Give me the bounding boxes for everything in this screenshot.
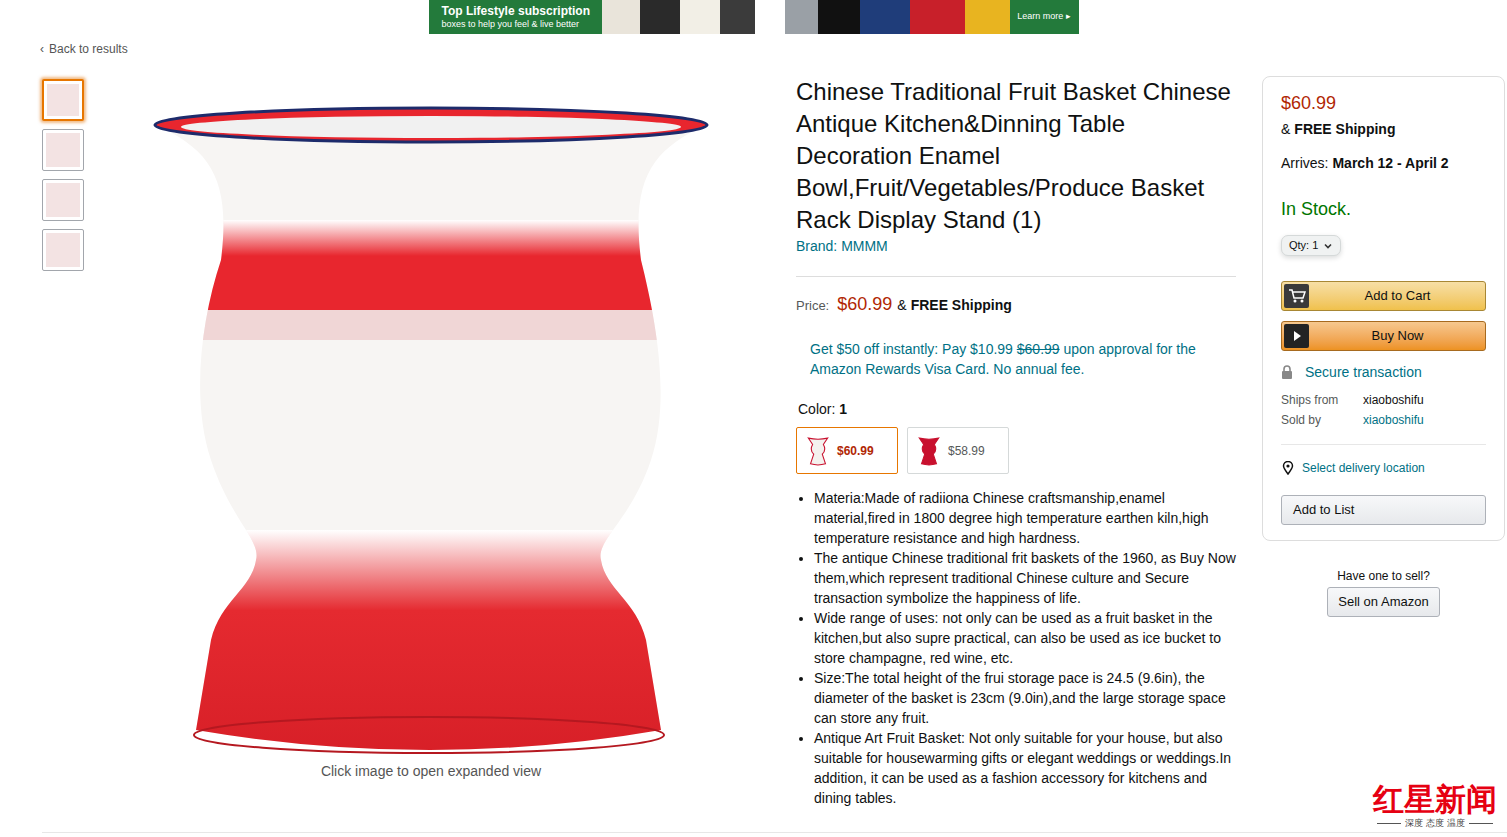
price-amount: $60.99 xyxy=(837,291,892,318)
thumbnail[interactable] xyxy=(42,79,84,121)
ad-subline: boxes to help you feel & live better xyxy=(442,18,602,30)
chevron-down-icon[interactable] xyxy=(1323,241,1333,251)
color-option[interactable]: $58.99 xyxy=(907,427,1009,474)
secure-transaction[interactable]: Secure transaction xyxy=(1281,362,1486,382)
buy-box-price: $60.99 xyxy=(1281,91,1486,115)
play-icon[interactable] xyxy=(1291,330,1303,342)
price-prefix: & xyxy=(897,295,906,316)
color-option[interactable]: $60.99 xyxy=(796,427,898,474)
feature-bullet: Materia:Made of radiiona Chinese craftsm… xyxy=(814,488,1236,548)
buy-box-shipping: FREE Shipping xyxy=(1294,119,1395,139)
option-price[interactable]: $60.99 xyxy=(837,442,874,460)
option-price[interactable]: $58.99 xyxy=(948,442,985,460)
feature-bullet: The antique Chinese traditional frit bas… xyxy=(814,548,1236,608)
free-shipping: FREE Shipping xyxy=(911,295,1012,316)
buy-box-prefix: & xyxy=(1281,119,1290,139)
feature-bullets: Materia:Made of radiiona Chinese craftsm… xyxy=(796,488,1236,808)
delivery-location[interactable]: Select delivery location xyxy=(1281,458,1486,478)
back-icon[interactable]: ‹ xyxy=(40,42,44,56)
ad-headline: Top Lifestyle subscription xyxy=(442,5,602,18)
buy-box: $60.99 & FREE Shipping Arrives: March 12… xyxy=(1262,76,1505,541)
feature-bullet: Antique Art Fruit Basket: Not only suita… xyxy=(814,728,1236,808)
sold-by-link[interactable]: xiaoboshifu xyxy=(1363,410,1486,430)
color-label: Color: 1 xyxy=(798,399,1248,419)
buy-now-button[interactable]: Buy Now xyxy=(1281,321,1486,351)
thumbnail[interactable] xyxy=(42,229,84,271)
watermark-tagline: 深度 态度 温度 xyxy=(1405,818,1465,829)
thumbnail[interactable] xyxy=(42,179,84,221)
ships-from-label: Ships from xyxy=(1281,390,1363,410)
arrives-dates: March 12 - April 2 xyxy=(1332,153,1448,173)
thumbnail-list xyxy=(42,76,84,271)
thumbnail-photo[interactable] xyxy=(46,133,80,167)
back-link[interactable]: ‹ Back to results xyxy=(0,42,1507,56)
sell-on-amazon-button[interactable]: Sell on Amazon xyxy=(1327,587,1439,617)
ad-product-photos xyxy=(602,0,1010,34)
thumbnail-photo[interactable] xyxy=(47,84,79,116)
color-options: $60.99 $58.99 xyxy=(796,427,1248,474)
sell-prompt: Have one to sell? xyxy=(1337,568,1430,584)
image-caption: Click image to open expanded view xyxy=(321,761,541,781)
quantity-dropdown[interactable]: Qty: 1 xyxy=(1281,235,1341,256)
location-pin-icon[interactable] xyxy=(1281,461,1295,475)
feature-bullet: Size:The total height of the frui storag… xyxy=(814,668,1236,728)
thumbnail-photo[interactable] xyxy=(46,183,80,217)
price-label: Price: xyxy=(796,296,829,316)
watermark: 红星新闻 深度 态度 温度 xyxy=(1371,780,1499,829)
feature-bullet: Wide range of uses: not only can be used… xyxy=(814,608,1236,668)
stock-status: In Stock. xyxy=(1281,197,1486,221)
sold-by-label: Sold by xyxy=(1281,410,1363,430)
arrives-label: Arrives: xyxy=(1281,153,1328,173)
thumbnail[interactable] xyxy=(42,129,84,171)
ad-banner[interactable]: Top Lifestyle subscription boxes to help… xyxy=(429,0,1079,34)
promo-struck-price: $60.99 xyxy=(1017,341,1060,357)
promo-before[interactable]: Get $50 off instantly: Pay $10.99 xyxy=(810,341,1013,357)
add-to-list-button[interactable]: Add to List xyxy=(1281,495,1486,525)
product-title: Chinese Traditional Fruit Basket Chinese… xyxy=(796,76,1236,236)
cart-icon[interactable] xyxy=(1288,288,1306,304)
promo-text[interactable]: Get $50 off instantly: Pay $10.99 $60.99… xyxy=(810,339,1230,379)
vase-icon[interactable] xyxy=(918,436,940,466)
product-image[interactable] xyxy=(151,80,711,755)
ad-learn-more[interactable]: Learn more ▸ xyxy=(1017,10,1071,24)
watermark-logo: 红星新闻 xyxy=(1373,780,1497,818)
add-to-cart-button[interactable]: Add to Cart xyxy=(1281,281,1486,311)
ships-from-value: xiaoboshifu xyxy=(1363,390,1486,410)
back-label[interactable]: Back to results xyxy=(49,42,128,56)
vase-icon[interactable] xyxy=(807,436,829,466)
price-row: Price: $60.99 & FREE Shipping xyxy=(796,291,1248,318)
thumbnail-photo[interactable] xyxy=(46,233,80,267)
brand-link[interactable]: Brand: MMMM xyxy=(796,236,1248,256)
lock-icon xyxy=(1281,365,1293,379)
